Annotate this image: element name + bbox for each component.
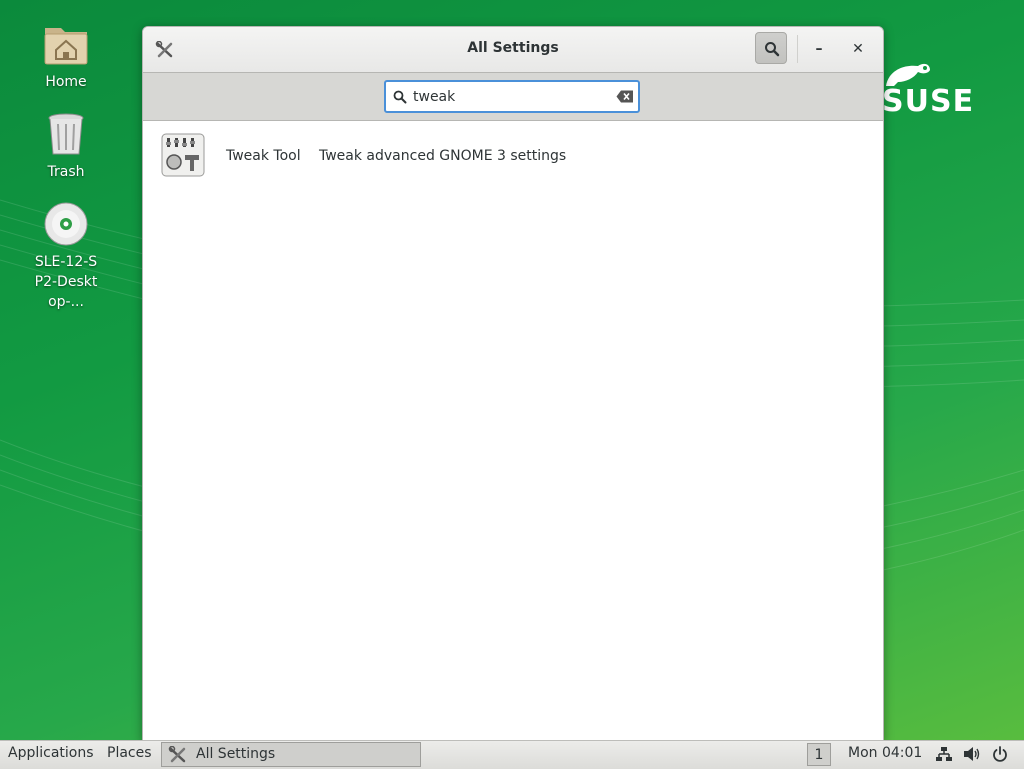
desktop-icon-label: Home <box>45 74 87 90</box>
result-name: Tweak Tool <box>226 148 301 164</box>
volume-icon[interactable] <box>963 746 981 762</box>
taskbar-window-label: All Settings <box>196 746 276 762</box>
tweak-tool-icon <box>161 133 205 177</box>
optical-disc-icon <box>42 200 90 248</box>
desktop-icon-label: Trash <box>47 164 85 180</box>
window-titlebar[interactable]: All Settings – ✕ <box>143 27 883 73</box>
clock[interactable]: Mon 04:01 <box>848 745 922 761</box>
close-button[interactable]: ✕ <box>846 35 870 63</box>
close-icon: ✕ <box>852 41 864 57</box>
power-icon[interactable] <box>992 746 1008 762</box>
search-input[interactable] <box>413 87 603 107</box>
minimize-icon: – <box>815 41 823 57</box>
desktop-icon-label: SLE-12-SP2-Desktop-... <box>34 254 98 310</box>
taskbar-window-button[interactable]: All Settings <box>161 742 421 767</box>
desktop-icon-trash[interactable]: Trash <box>21 110 111 182</box>
places-menu[interactable]: Places <box>107 745 152 761</box>
bottom-panel: Applications Places All Settings 1 Mon 0… <box>0 740 1024 769</box>
minimize-button[interactable]: – <box>807 35 831 63</box>
logo-wordmark: SUSE <box>882 84 975 119</box>
home-folder-icon <box>42 20 90 68</box>
search-toggle-button[interactable] <box>755 32 787 64</box>
network-icon[interactable] <box>935 746 953 762</box>
settings-tools-icon <box>168 746 186 763</box>
titlebar-separator <box>797 35 798 63</box>
workspace-switcher[interactable]: 1 <box>807 743 831 766</box>
search-icon <box>765 42 780 57</box>
trash-icon <box>42 110 90 158</box>
settings-window: All Settings – ✕ tweak Tweak Tool Tweak … <box>142 26 884 742</box>
list-item[interactable]: Tweak Tool Tweak advanced GNOME 3 settin… <box>143 129 881 185</box>
desktop-icon-disc[interactable]: SLE-12-SP2-Desktop-... <box>21 200 111 312</box>
result-description: Tweak advanced GNOME 3 settings <box>319 148 567 164</box>
search-icon <box>393 90 407 104</box>
applications-menu[interactable]: Applications <box>8 745 94 761</box>
search-field[interactable] <box>384 80 640 113</box>
desktop-icon-home[interactable]: Home <box>21 20 111 92</box>
search-bar <box>143 73 883 121</box>
clear-search-icon[interactable] <box>616 90 634 103</box>
